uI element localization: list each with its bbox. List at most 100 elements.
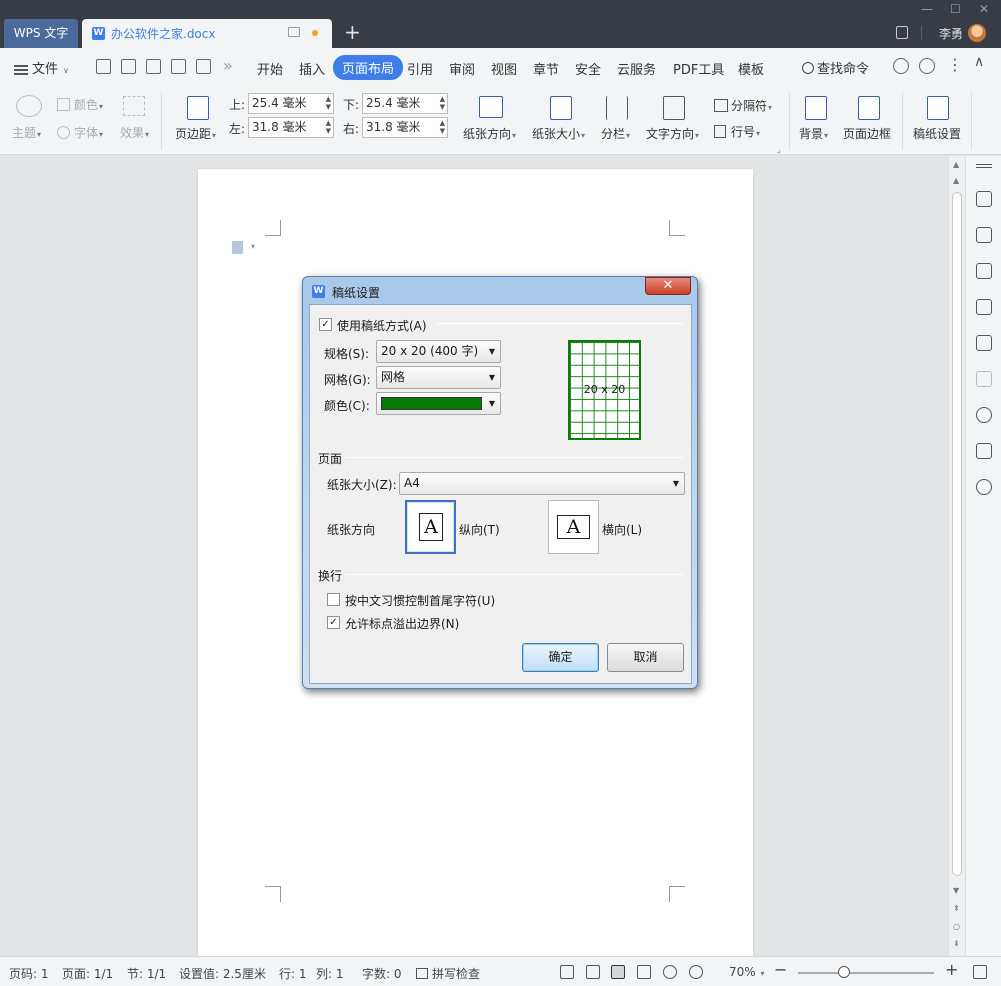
orientation-button[interactable]: 纸张方向▾ <box>463 125 516 142</box>
wrap-rule-checkbox[interactable] <box>327 593 340 606</box>
outline-view-icon[interactable] <box>637 965 651 979</box>
next-page-icon[interactable]: ⇟ <box>953 939 960 948</box>
zoom-level[interactable]: 70% ▾ <box>729 965 765 979</box>
cursor-icon[interactable] <box>976 227 992 243</box>
tab-page-layout[interactable]: 页面布局 <box>333 55 404 80</box>
app-tab[interactable]: WPS 文字 <box>4 19 78 48</box>
new-tab-button[interactable]: + <box>344 22 361 42</box>
spinner-icon[interactable]: ▲ ▼ <box>326 95 331 111</box>
tab-templates[interactable]: 模板 <box>738 59 764 78</box>
allow-overflow-checkbox[interactable]: ✓ <box>327 616 340 629</box>
minimize-button[interactable]: — <box>921 2 933 16</box>
spell-check-button[interactable]: 拼写检查 <box>416 965 480 982</box>
document-stats-icon[interactable] <box>976 443 992 459</box>
spinner-icon[interactable]: ▲ ▼ <box>440 119 445 135</box>
section-count[interactable]: 节: 1/1 <box>127 965 166 982</box>
bottom-margin-input[interactable]: 25.4 毫米 ▲ ▼ <box>362 93 448 114</box>
color-select[interactable]: ▼ <box>376 392 501 415</box>
top-margin-input[interactable]: 25.4 毫米 ▲ ▼ <box>248 93 334 114</box>
vertical-scrollbar[interactable]: ▲ ▲ ▼ ⇞ ○ ⇟ <box>949 156 965 956</box>
eye-protection-icon[interactable] <box>689 965 703 979</box>
close-window-button[interactable]: ✕ <box>979 2 989 16</box>
tab-review[interactable]: 审阅 <box>449 59 475 78</box>
landscape-option[interactable]: A <box>548 500 599 554</box>
fit-page-icon[interactable] <box>973 965 987 979</box>
dialog-launcher-icon[interactable]: ⌟ <box>777 145 781 154</box>
lock-icon[interactable] <box>976 263 992 279</box>
open-icon[interactable] <box>96 59 111 74</box>
print-preview-icon[interactable] <box>196 59 211 74</box>
spec-select[interactable]: 20 x 20 (400 字) ▼ <box>376 340 501 363</box>
share-icon[interactable] <box>976 479 992 495</box>
spinner-icon[interactable]: ▲ ▼ <box>440 95 445 111</box>
page-view-icon[interactable] <box>611 965 625 979</box>
setting-value[interactable]: 设置值: 2.5厘米 <box>179 965 266 982</box>
page-count[interactable]: 页面: 1/1 <box>62 965 113 982</box>
use-manuscript-checkbox[interactable]: ✓ <box>319 318 332 331</box>
web-view-icon[interactable] <box>663 965 677 979</box>
more-icon[interactable]: » <box>223 56 233 75</box>
device-icon[interactable] <box>896 26 908 39</box>
tab-security[interactable]: 安全 <box>575 59 601 78</box>
portrait-option[interactable]: A <box>405 500 456 554</box>
gear-icon[interactable] <box>919 58 935 74</box>
portrait-label[interactable]: 纵向(T) <box>459 521 500 538</box>
word-count[interactable]: 字数: 0 <box>362 965 402 982</box>
translate-icon[interactable] <box>976 299 992 315</box>
avatar[interactable] <box>968 24 986 42</box>
export-pdf-icon[interactable] <box>146 59 161 74</box>
zoom-slider[interactable] <box>798 972 934 974</box>
spinner-icon[interactable]: ▲ ▼ <box>326 119 331 135</box>
left-margin-input[interactable]: 31.8 毫米 ▲ ▼ <box>248 117 334 138</box>
paragraph-layout-icon[interactable] <box>232 241 243 254</box>
select-browse-icon[interactable]: ○ <box>953 922 960 931</box>
maximize-button[interactable]: ☐ <box>950 2 961 16</box>
chevron-down-icon[interactable]: ▾ <box>251 242 255 251</box>
use-manuscript-label[interactable]: 使用稿纸方式(A) <box>337 317 427 334</box>
more-vert-icon[interactable]: ⋮ <box>947 55 963 74</box>
effects-button[interactable]: 效果▾ <box>120 124 149 141</box>
file-menu[interactable]: 文件 ∨ <box>14 58 69 77</box>
scroll-up-icon[interactable]: ▲ <box>953 176 959 185</box>
text-direction-button[interactable]: 文字方向▾ <box>646 125 699 142</box>
scrollbar-thumb[interactable] <box>952 192 962 876</box>
ok-button[interactable]: 确定 <box>522 643 599 672</box>
paper-size-select[interactable]: A4 ▼ <box>399 472 685 495</box>
print-icon[interactable] <box>171 59 186 74</box>
paper-size-button[interactable]: 纸张大小▾ <box>532 125 585 142</box>
page-number[interactable]: 页码: 1 <box>9 965 49 982</box>
font-button[interactable]: 字体▾ <box>57 124 103 141</box>
save-icon[interactable] <box>121 59 136 74</box>
dialog-close-button[interactable]: ✕ <box>645 277 691 295</box>
history-icon[interactable] <box>976 407 992 423</box>
wrap-rule-label[interactable]: 按中文习惯控制首尾字符(U) <box>345 592 495 609</box>
tab-start[interactable]: 开始 <box>257 59 283 78</box>
sidebar-handle-icon[interactable] <box>976 164 992 168</box>
fullscreen-icon[interactable] <box>560 965 574 979</box>
columns-button[interactable]: 分栏▾ <box>601 125 630 142</box>
tab-insert[interactable]: 插入 <box>299 59 325 78</box>
margins-button[interactable]: 页边距▾ <box>175 125 216 142</box>
document-tab[interactable]: W 办公软件之家.docx <box>82 19 332 48</box>
tab-view[interactable]: 视图 <box>491 59 517 78</box>
cancel-button[interactable]: 取消 <box>607 643 684 672</box>
zoom-slider-knob[interactable] <box>838 966 850 978</box>
tab-chapter[interactable]: 章节 <box>533 59 559 78</box>
scroll-down-icon[interactable]: ▼ <box>953 886 959 895</box>
line-numbers-button[interactable]: 行号▾ <box>714 123 760 140</box>
monitor-icon[interactable] <box>288 27 300 37</box>
theme-button[interactable]: 主题▾ <box>12 124 41 141</box>
allow-overflow-label[interactable]: 允许标点溢出边界(N) <box>345 615 459 632</box>
page-border-button[interactable]: 页面边框 <box>843 125 891 142</box>
pen-icon[interactable] <box>976 191 992 207</box>
search-command[interactable]: 查找命令 <box>802 58 869 77</box>
scroll-up-icon[interactable]: ▲ <box>953 160 959 169</box>
landscape-label[interactable]: 横向(L) <box>602 521 642 538</box>
zoom-in-button[interactable]: + <box>945 960 958 979</box>
manuscript-settings-button[interactable]: 稿纸设置 <box>913 125 961 142</box>
tab-pdf-tools[interactable]: PDF工具 <box>673 59 724 78</box>
background-button[interactable]: 背景▾ <box>799 125 828 142</box>
feedback-icon[interactable] <box>893 58 909 74</box>
breaks-button[interactable]: 分隔符▾ <box>714 97 772 114</box>
prev-page-icon[interactable]: ⇞ <box>953 904 960 913</box>
